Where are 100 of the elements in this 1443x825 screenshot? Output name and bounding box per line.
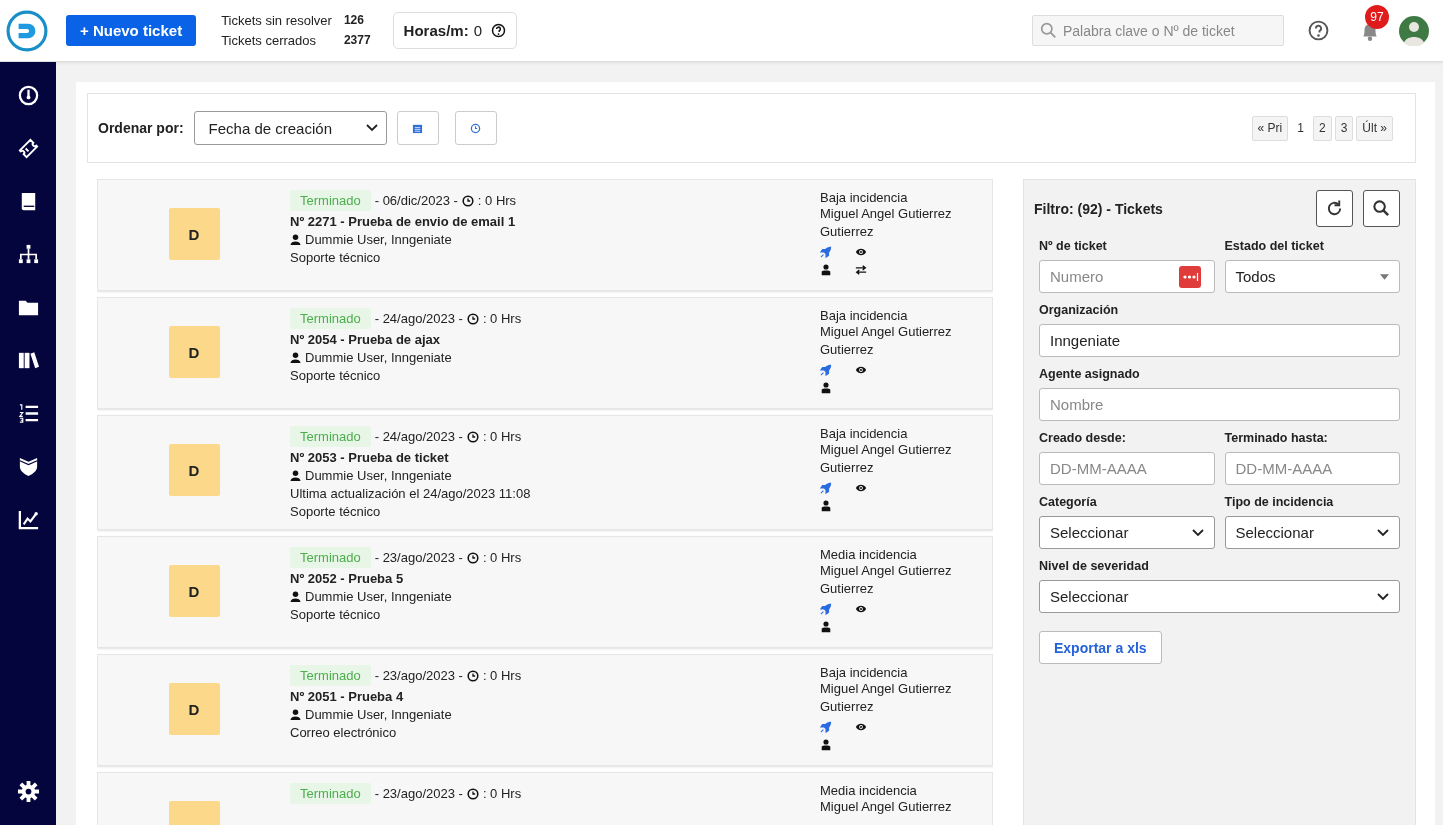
input-field[interactable]: Nombre bbox=[1039, 388, 1400, 421]
priority-text: Media incidencia bbox=[820, 783, 918, 798]
chevron-icon bbox=[1377, 528, 1389, 537]
ticket-card[interactable]: D Terminado - 23/ago/2023 - : 0 Hrs Nº 2051 - Prueba 4 Dummie User, Inngeniate Correo electrónico Baja incidencia Miguel Angel Gutierrez Gutierrez bbox=[97, 654, 993, 766]
ticket-title[interactable]: Nº 2052 - Prueba 5 bbox=[290, 571, 820, 586]
status-tag: Terminado bbox=[290, 783, 371, 804]
page-link[interactable]: 3 bbox=[1334, 115, 1354, 141]
person-icon[interactable] bbox=[820, 621, 832, 633]
ticket-title[interactable]: Nº 2053 - Prueba de ticket bbox=[290, 450, 820, 465]
ticket-user: Dummie User, Inngeniate bbox=[305, 232, 452, 247]
export-button[interactable]: Exportar a xls bbox=[1039, 631, 1162, 664]
ticket-title[interactable]: Nº 2054 - Prueba de ajax bbox=[290, 332, 820, 347]
line-chart-icon[interactable] bbox=[16, 508, 40, 531]
user-icon bbox=[290, 470, 301, 481]
person-icon[interactable] bbox=[820, 264, 832, 276]
search-field[interactable]: Palabra clave o Nº de ticket bbox=[1032, 15, 1284, 46]
eye-icon[interactable] bbox=[855, 246, 867, 258]
eye-icon[interactable] bbox=[855, 482, 867, 494]
calendar-icon bbox=[412, 122, 424, 134]
agent-name: Miguel Angel Gutierrez Gutierrez bbox=[820, 205, 953, 241]
transfer-icon[interactable] bbox=[855, 264, 867, 276]
eye-icon[interactable] bbox=[855, 603, 867, 615]
hours-label: Horas/m: bbox=[403, 22, 469, 39]
ticket-title[interactable]: Nº 2051 - Prueba 4 bbox=[290, 689, 820, 704]
search-button[interactable] bbox=[1363, 190, 1400, 227]
status-tag: Terminado bbox=[290, 547, 371, 568]
calendar-button[interactable] bbox=[396, 111, 439, 145]
rocket-icon[interactable] bbox=[820, 246, 832, 258]
input-field[interactable]: DD-MM-AAAA bbox=[1039, 452, 1215, 485]
ticket-date: - 23/ago/2023 - bbox=[374, 550, 463, 565]
clock-icon bbox=[466, 551, 479, 564]
status-tag: Terminado bbox=[290, 665, 371, 686]
ticket-card[interactable]: Terminado - 23/ago/2023 - : 0 Hrs Media incidencia Miguel Angel Gutierrez bbox=[97, 772, 993, 825]
priority-text: Baja incidencia bbox=[820, 665, 909, 680]
ticket-user: Dummie User, Inngeniate bbox=[305, 350, 452, 365]
field-label: Tipo de incidencia bbox=[1224, 495, 1335, 509]
stat-label: Tickets sin resolver bbox=[221, 13, 332, 28]
person-icon[interactable] bbox=[820, 382, 832, 394]
ticket-detail: Soporte técnico bbox=[290, 504, 382, 519]
person-icon[interactable] bbox=[820, 500, 832, 512]
help-icon bbox=[491, 23, 506, 38]
priority-text: Baja incidencia bbox=[820, 426, 909, 441]
page-link[interactable]: « Pri bbox=[1251, 115, 1289, 141]
ticket-date: - 24/ago/2023 - bbox=[374, 429, 463, 444]
new-ticket-button[interactable]: + Nuevo ticket bbox=[66, 15, 197, 46]
ticket-card[interactable]: D Terminado - 23/ago/2023 - : 0 Hrs Nº 2052 - Prueba 5 Dummie User, Inngeniate Soporte técnico Media incidencia Miguel Angel Gutierrez Gutierrez bbox=[97, 536, 993, 648]
sort-dropdown[interactable]: Fecha de creación bbox=[193, 111, 387, 145]
page-link[interactable]: 2 bbox=[1312, 115, 1332, 141]
numbered-list-icon[interactable] bbox=[16, 402, 40, 425]
page-link[interactable]: Últ » bbox=[1356, 115, 1393, 141]
ticket-detail: Soporte técnico bbox=[290, 368, 382, 383]
status-tag: Terminado bbox=[290, 426, 371, 447]
person-icon[interactable] bbox=[820, 739, 832, 751]
clock-icon bbox=[466, 312, 479, 325]
rocket-icon[interactable] bbox=[820, 721, 832, 733]
input-field[interactable]: Numero bbox=[1039, 260, 1215, 293]
ticket-hours: : 0 Hrs bbox=[482, 550, 522, 565]
hours-value: 0 bbox=[473, 22, 482, 39]
settings-icon[interactable] bbox=[16, 780, 40, 803]
avatar[interactable] bbox=[1399, 15, 1429, 46]
field-label: Organización bbox=[1039, 303, 1120, 317]
ticket-date: - 23/ago/2023 - bbox=[374, 668, 463, 683]
ticket-user: Dummie User, Inngeniate bbox=[305, 468, 452, 483]
initial-avatar: D bbox=[168, 208, 220, 260]
dropdown[interactable]: Todos bbox=[1224, 260, 1400, 293]
clock-icon bbox=[461, 194, 474, 207]
rocket-icon[interactable] bbox=[820, 482, 832, 494]
ticket-title[interactable]: Nº 2271 - Prueba de envio de email 1 bbox=[290, 214, 820, 229]
ticket-user: Dummie User, Inngeniate bbox=[305, 589, 452, 604]
priority-text: Baja incidencia bbox=[820, 308, 909, 323]
clock-icon bbox=[466, 430, 479, 443]
dropdown[interactable]: Seleccionar bbox=[1039, 580, 1400, 613]
stat-value: 2377 bbox=[343, 33, 371, 48]
hierarchy-icon[interactable] bbox=[16, 243, 40, 266]
field-label: Categoría bbox=[1039, 495, 1098, 509]
dropdown[interactable]: Seleccionar bbox=[1224, 516, 1400, 549]
sort-label: Ordenar por: bbox=[98, 120, 184, 136]
rocket-icon[interactable] bbox=[820, 364, 832, 376]
chevron-icon bbox=[365, 124, 378, 132]
input-field[interactable]: Inngeniate bbox=[1039, 324, 1400, 357]
help-icon[interactable] bbox=[1308, 20, 1329, 41]
agent-name: Miguel Angel Gutierrez Gutierrez bbox=[820, 680, 953, 716]
notification-badge: 97 bbox=[1365, 4, 1389, 29]
input-field[interactable]: DD-MM-AAAA bbox=[1224, 452, 1400, 485]
field-label: Terminado hasta: bbox=[1224, 431, 1329, 445]
ticket-hours: : 0 Hrs bbox=[482, 668, 522, 683]
gauge-icon[interactable] bbox=[16, 84, 40, 107]
ticket-card[interactable]: D Terminado - 24/ago/2023 - : 0 Hrs Nº 2053 - Prueba de ticket Dummie User, Inngeniate Ultima actualización el 24/ago/2023 11:08 Soporte técnico Baja incidencia Miguel Angel Gutierrez Gutierrez bbox=[97, 415, 993, 530]
field-label: Creado desde: bbox=[1039, 431, 1127, 445]
ticket-card[interactable]: D Terminado - 06/dic/2023 - : 0 Hrs Nº 2271 - Prueba de envio de email 1 Dummie User, Inngeniate Soporte técnico Baja incidencia Miguel Angel Gutierrez Gutierrez bbox=[97, 179, 993, 291]
rocket-icon[interactable] bbox=[820, 603, 832, 615]
initial-avatar: D bbox=[168, 565, 220, 617]
ticket-date: - 06/dic/2023 - bbox=[374, 193, 458, 208]
refresh-button[interactable] bbox=[1316, 190, 1353, 227]
eye-icon[interactable] bbox=[855, 364, 867, 376]
eye-icon[interactable] bbox=[855, 721, 867, 733]
ticket-date: - 23/ago/2023 - bbox=[374, 786, 463, 801]
ticket-card[interactable]: D Terminado - 24/ago/2023 - : 0 Hrs Nº 2054 - Prueba de ajax Dummie User, Inngeniate Soporte técnico Baja incidencia Miguel Angel Gutierrez Gutierrez bbox=[97, 297, 993, 409]
ticket-icon[interactable] bbox=[16, 137, 40, 160]
dropdown[interactable]: Seleccionar bbox=[1039, 516, 1215, 549]
